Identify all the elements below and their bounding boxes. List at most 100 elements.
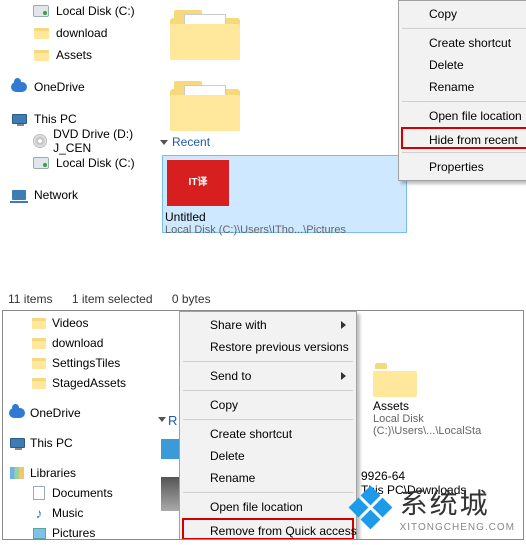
menu-send-to[interactable]: Send to — [182, 365, 354, 387]
menu-delete[interactable]: Delete — [182, 445, 354, 467]
tree-pictures[interactable]: Pictures — [9, 523, 153, 540]
tree-label: DVD Drive (D:) J_CEN — [53, 127, 155, 155]
folder-icon — [31, 375, 47, 391]
library-icon — [9, 465, 25, 481]
list-item[interactable]: Assets Local Disk (C:)\Users\...\LocalSt… — [373, 363, 523, 437]
nav-tree: Local Disk (C:) download Assets OneDrive… — [0, 0, 155, 206]
logo-icon — [348, 486, 392, 530]
tree-label: Documents — [52, 486, 113, 500]
section-label: Recent — [172, 135, 210, 149]
cloud-icon — [10, 78, 28, 96]
separator — [183, 419, 353, 420]
tree-label: StagedAssets — [52, 376, 126, 390]
menu-restore[interactable]: Restore previous versions — [182, 336, 354, 358]
chevron-down-icon — [160, 140, 168, 145]
tree-local-disk2[interactable]: Local Disk (C:) — [10, 152, 155, 174]
menu-label: Share with — [210, 318, 267, 332]
menu-rename[interactable]: Rename — [182, 467, 354, 489]
tree-libraries[interactable]: Libraries — [9, 463, 153, 483]
menu-share-with[interactable]: Share with — [182, 314, 354, 336]
tree-videos[interactable]: Videos — [9, 313, 153, 333]
menu-copy[interactable]: Copy — [182, 394, 354, 416]
tree-assets[interactable]: Assets — [10, 44, 155, 66]
tree-label: Music — [52, 506, 83, 520]
tree-label: download — [56, 26, 107, 40]
bottom-screenshot: Videos download SettingsTiles StagedAsse… — [2, 310, 524, 540]
tree-onedrive[interactable]: OneDrive — [10, 76, 155, 98]
content-area: Local Dis This PC Assets Local Dis Recen… — [160, 0, 526, 296]
disk-icon — [32, 2, 50, 20]
separator — [402, 101, 526, 102]
folder-thumb[interactable] — [170, 75, 240, 131]
disk-icon — [32, 154, 50, 172]
status-count: 11 items — [8, 292, 52, 306]
folder-icon — [31, 335, 47, 351]
tree-label: Network — [34, 188, 78, 202]
folder-icon — [31, 315, 47, 331]
selected-tile[interactable]: IT译 Untitled Local Disk (C:)\Users\ITho.… — [162, 155, 407, 233]
tree-label: Local Disk (C:) — [56, 156, 135, 170]
tree-onedrive[interactable]: OneDrive — [9, 403, 153, 423]
menu-delete[interactable]: Delete — [401, 54, 526, 76]
picture-icon — [31, 525, 47, 540]
folder-icon — [31, 355, 47, 371]
context-menu: Copy Create shortcut Delete Rename Open … — [398, 0, 526, 181]
separator — [402, 28, 526, 29]
tree-download[interactable]: download — [9, 333, 153, 353]
tree-label: Libraries — [30, 466, 76, 480]
tree-thispc[interactable]: This PC — [9, 433, 153, 453]
tree-dvd[interactable]: DVD Drive (D:) J_CEN — [10, 130, 155, 152]
chevron-right-icon — [341, 321, 346, 329]
tree-documents[interactable]: Documents — [9, 483, 153, 503]
tree-label: download — [52, 336, 103, 350]
menu-create-shortcut[interactable]: Create shortcut — [401, 32, 526, 54]
folder-icon — [373, 363, 417, 397]
separator — [183, 361, 353, 362]
file-title: Untitled — [165, 210, 404, 224]
menu-create-shortcut[interactable]: Create shortcut — [182, 423, 354, 445]
menu-properties[interactable]: Properties — [401, 156, 526, 178]
cloud-icon — [9, 405, 25, 421]
watermark-sub: XITONGCHENG.COM — [400, 522, 515, 533]
context-menu: Share with Restore previous versions Sen… — [179, 311, 357, 540]
menu-hide-from-recent[interactable]: Hide from recent — [401, 127, 526, 149]
separator — [402, 152, 526, 153]
menu-open-location[interactable]: Open file location — [401, 105, 526, 127]
status-bar: 11 items 1 item selected 0 bytes — [8, 292, 227, 306]
menu-open-location[interactable]: Open file location — [182, 496, 354, 518]
tree-label: Videos — [52, 316, 88, 330]
tree-local-disk[interactable]: Local Disk (C:) — [10, 0, 155, 22]
tree-download[interactable]: download — [10, 22, 155, 44]
tree-label: Local Disk (C:) — [56, 4, 135, 18]
network-icon — [10, 186, 28, 204]
chevron-down-icon — [158, 417, 166, 422]
menu-remove-from-quick-access[interactable]: Remove from Quick access — [182, 518, 354, 540]
tree-label: Pictures — [52, 526, 95, 540]
file-path: Local Disk (C:)\Users\ITho...\Pictures — [165, 224, 404, 236]
menu-copy[interactable]: Copy — [401, 3, 526, 25]
tree-stagedassets[interactable]: StagedAssets — [9, 373, 153, 393]
tree-label: This PC — [30, 436, 73, 450]
thumbnail[interactable] — [161, 439, 181, 459]
pc-icon — [10, 110, 28, 128]
menu-label: Send to — [210, 369, 251, 383]
top-screenshot: Local Disk (C:) download Assets OneDrive… — [0, 0, 526, 302]
recent-header[interactable]: Recent — [160, 134, 210, 149]
watermark-text: 系统城 — [400, 482, 515, 522]
menu-rename[interactable]: Rename — [401, 76, 526, 98]
thumbnail: IT译 — [167, 160, 229, 206]
document-icon — [31, 485, 47, 501]
separator — [183, 390, 353, 391]
folder-icon — [32, 46, 50, 64]
tree-network[interactable]: Network — [10, 184, 155, 206]
thumbnail[interactable] — [161, 477, 181, 511]
item-label: Assets — [373, 399, 523, 413]
watermark: 系统城 XITONGCHENG.COM — [355, 482, 515, 533]
recent-header[interactable]: R — [168, 413, 177, 428]
tree-settingstiles[interactable]: SettingsTiles — [9, 353, 153, 373]
folder-icon — [32, 24, 50, 42]
tree-label: This PC — [34, 112, 77, 126]
nav-tree: Videos download SettingsTiles StagedAsse… — [3, 311, 153, 540]
tree-music[interactable]: ♪Music — [9, 503, 153, 523]
folder-thumb[interactable] — [170, 4, 240, 60]
